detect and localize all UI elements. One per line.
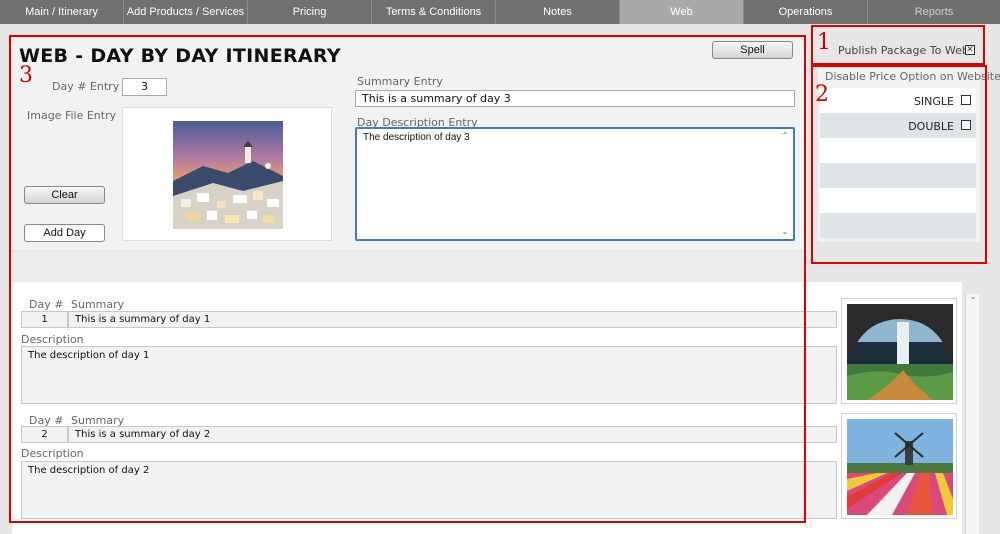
price-options-title: Disable Price Option on Website (825, 70, 1000, 83)
tulip-windmill-image (847, 419, 953, 515)
annotation-number-1: 1 (817, 30, 831, 55)
publish-to-web-label: Publish Package To Web? (838, 44, 975, 57)
annotation-number-3: 3 (19, 63, 33, 88)
price-option-double-checkbox[interactable] (961, 120, 971, 130)
chevron-up-icon[interactable]: ⌃ (968, 296, 978, 306)
day-description-text: The description of day 3 (363, 132, 470, 143)
day-2-image[interactable] (841, 413, 957, 519)
chevron-down-icon[interactable]: ⌄ (780, 227, 790, 237)
day-2-description: The description of day 2 (21, 461, 837, 519)
tab-reports[interactable]: Reports (868, 0, 1000, 24)
summary-entry-input[interactable]: This is a summary of day 3 (355, 90, 795, 107)
tab-notes[interactable]: Notes (496, 0, 620, 24)
list-scrollbar[interactable]: ⌃ (965, 294, 979, 534)
add-day-button[interactable]: Add Day (24, 224, 105, 242)
spell-button[interactable]: Spell (712, 41, 793, 59)
price-option-empty-row (820, 138, 976, 163)
image-file-entry[interactable] (122, 107, 332, 241)
day-1-image[interactable] (841, 298, 957, 404)
price-option-row: DOUBLE (820, 113, 976, 138)
annotation-number-2: 2 (815, 82, 829, 107)
price-option-single-checkbox[interactable] (961, 95, 971, 105)
summary-entry-label: Summary Entry (357, 75, 443, 88)
description-header: Description (21, 333, 84, 346)
tab-terms-conditions[interactable]: Terms & Conditions (372, 0, 496, 24)
checkbox-checked-icon: ✕ (966, 45, 974, 55)
description-scrollbar[interactable]: ⌃ ⌄ (779, 131, 791, 237)
day-2-summary: This is a summary of day 2 (68, 426, 837, 443)
price-option-double-label: DOUBLE (908, 120, 954, 133)
tab-main-itinerary[interactable]: Main / Itinerary (0, 0, 124, 24)
chevron-up-icon[interactable]: ⌃ (780, 131, 790, 141)
day-entry-input[interactable]: 3 (122, 78, 167, 96)
day-1-description: The description of day 1 (21, 346, 837, 404)
day-1-number: 1 (21, 311, 68, 328)
day-number-header: Day # (29, 298, 64, 311)
price-option-empty-row (820, 188, 976, 213)
description-header: Description (21, 447, 84, 460)
panel-spacer (12, 252, 807, 282)
price-option-empty-row (820, 213, 976, 238)
day-entry-label: Day # Entry (52, 80, 120, 93)
tab-web[interactable]: Web (620, 0, 744, 24)
tab-add-products-services[interactable]: Add Products / Services (124, 0, 248, 24)
tab-bar: Main / Itinerary Add Products / Services… (0, 0, 1000, 24)
summary-header: Summary (71, 298, 125, 311)
price-option-row: SINGLE (820, 88, 976, 113)
day-2-number: 2 (21, 426, 68, 443)
page-title: WEB - DAY BY DAY ITINERARY (19, 45, 341, 67)
santorini-image (173, 121, 283, 229)
price-option-single-label: SINGLE (913, 95, 954, 108)
tab-operations[interactable]: Operations (744, 0, 868, 24)
clear-button[interactable]: Clear (24, 186, 105, 204)
publish-to-web-checkbox[interactable]: ✕ (965, 45, 975, 55)
waterfall-image (847, 304, 953, 400)
day-description-input[interactable]: The description of day 3 ⌃ ⌄ (355, 127, 795, 241)
tab-pricing[interactable]: Pricing (248, 0, 372, 24)
price-option-empty-row (820, 163, 976, 188)
image-file-label: Image File Entry (27, 109, 117, 122)
day-1-summary: This is a summary of day 1 (68, 311, 837, 328)
